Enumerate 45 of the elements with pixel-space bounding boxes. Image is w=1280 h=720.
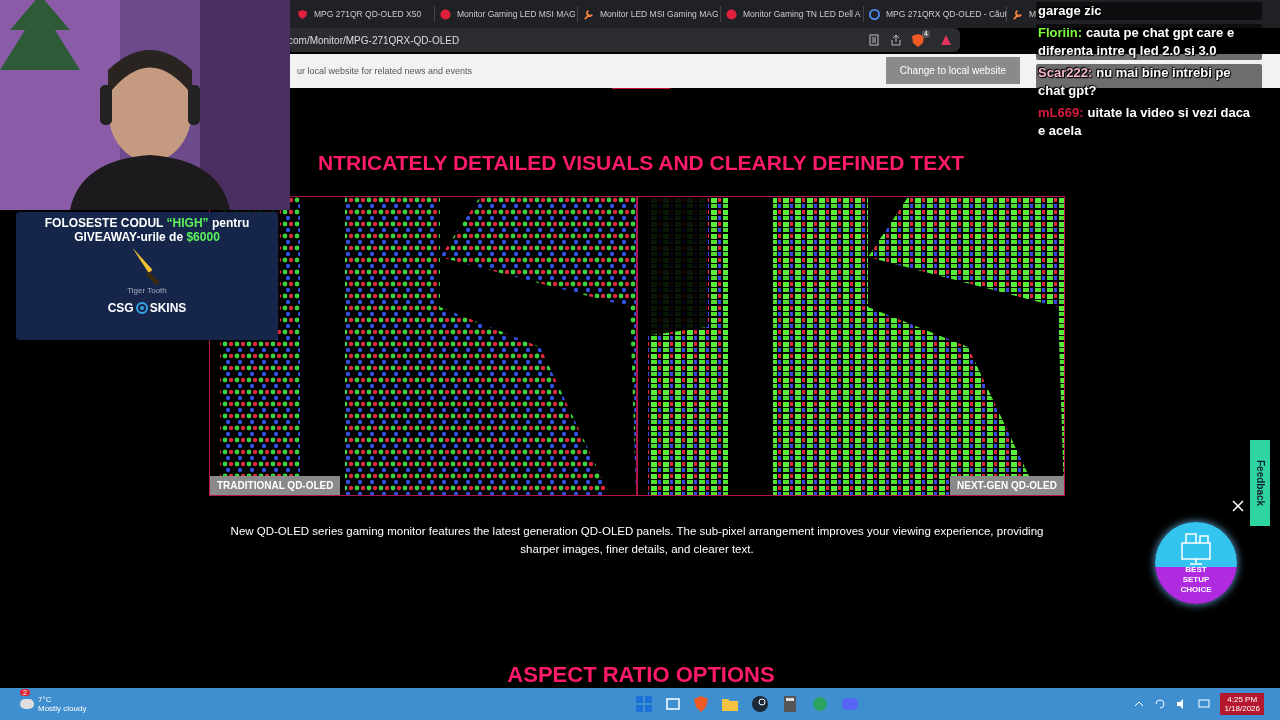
clock[interactable]: 4:25 PM 1/18/2026 [1220,693,1264,715]
browser-tab[interactable]: Monitor LED MSI Gaming MAG [578,6,721,22]
shield-icon[interactable] [912,33,924,47]
target-icon [135,302,148,314]
site-icon [440,8,451,20]
section-heading: NTRICATELY DETAILED VISUALS AND CLEARLY DEFINED TEXT [318,151,964,175]
wrench-icon [583,8,594,20]
browser-tab[interactable]: Monitor Gaming LED MSI MAG [435,6,578,22]
calculator-icon[interactable] [782,696,799,712]
chat-message: garage zic [1036,2,1262,20]
triangle-icon[interactable] [940,34,952,46]
steam-icon[interactable] [752,696,769,712]
weather-icon[interactable] [20,699,34,709]
reader-icon[interactable] [868,34,880,46]
share-icon[interactable] [890,34,902,46]
browser-tab[interactable]: MPG 271QR QD-OLED X50 [292,6,435,22]
browser-tab[interactable]: M [1007,6,1037,22]
time-text: 4:25 PM [1227,695,1258,704]
promo-badge[interactable]: BEST SETUP CHOICE [1155,522,1237,604]
close-icon[interactable] [1232,500,1244,512]
date-text: 1/18/2026 [1224,704,1260,713]
task-view-icon[interactable] [666,697,681,711]
weather-text: Mostly cloudy [38,704,87,713]
browser-tab[interactable]: Monitor Gaming TN LED Dell A [721,6,864,22]
brand-text: SKINS [149,301,187,315]
giveaway-ad[interactable]: FOLOSESTE CODUL “HIGH” pentru GIVEAWAY-urile de $6000 Tiger Tooth CSG SKINS [16,212,278,340]
ad-headline: FOLOSESTE CODUL “HIGH” pentru GIVEAWAY-urile de $6000 [43,216,251,244]
folder-icon[interactable] [722,697,739,711]
browser-tab[interactable]: MPG 271QRX QD-OLED - Căut [864,6,1007,22]
wrench-icon [1012,8,1023,20]
temperature-text: 7°C [38,695,53,704]
image-label: TRADITIONAL QD-OLED [210,476,341,495]
brand-text: CSG [107,301,134,315]
image-label: NEXT-GEN QD-OLED [950,476,1064,495]
feedback-tab[interactable]: Feedback [1250,440,1270,526]
chat-message: Scar222: nu mai bine intrebi pe chat gpt? [1036,64,1262,100]
shield-icon [297,8,308,20]
chevron-up-icon[interactable] [1134,699,1145,709]
caption-text: New QD-OLED series gaming monitor features the latest generation QD-OLED panels. The sub-pixel arrangement improves your viewing experience, providing sharper images, finer details, and clearer text. [229,524,1045,557]
site-icon [726,8,737,20]
sync-icon[interactable] [1154,698,1167,710]
monitor-icon[interactable] [1198,698,1211,710]
item-name: Tiger Tooth [127,286,167,295]
section-heading: ASPECT RATIO OPTIONS [507,662,775,688]
banner-text: ur local website for related news and events [297,65,473,76]
